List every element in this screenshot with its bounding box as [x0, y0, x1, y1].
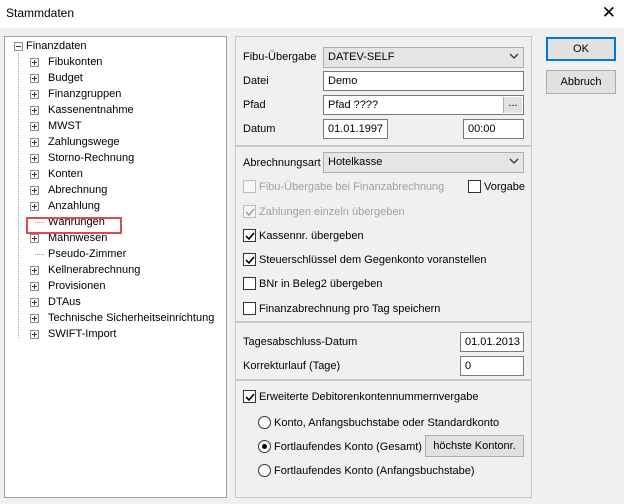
vorgabe-label: Vorgabe [484, 181, 525, 193]
erweiterte-debitoren-label: Erweiterte Debitorenkontennummernvergabe [259, 391, 479, 403]
datum-input[interactable]: 01.01.1997 [323, 119, 388, 139]
expand-icon[interactable] [30, 138, 39, 147]
tree-root-label: Finanzdaten [26, 40, 87, 52]
fibu-finanzabrechnung-label: Fibu-Übergabe bei Finanzabrechnung [259, 181, 445, 193]
fibu-label: Fibu-Übergabe [243, 51, 317, 63]
kassennr-checkbox[interactable] [243, 229, 256, 242]
tree-leaf-connector [35, 254, 44, 255]
expand-icon[interactable] [30, 186, 39, 195]
radio-fortlaufend-gesamt[interactable] [258, 440, 271, 453]
tree-item-label: Abrechnung [48, 184, 108, 196]
tree-view[interactable]: Finanzdaten Fibukonten Budget Finanzgruppe… [4, 36, 227, 498]
tree-item-label: SWIFT-Import [48, 328, 117, 340]
tree-item-label: MWST [48, 120, 82, 132]
expand-icon[interactable] [30, 74, 39, 83]
expand-icon[interactable] [30, 90, 39, 99]
kassennr-label: Kassennr. übergeben [259, 230, 364, 242]
tree-connector [18, 53, 19, 338]
radio-fortlaufend-gesamt-label: Fortlaufendes Konto (Gesamt) [274, 441, 422, 453]
erweiterte-debitoren-checkbox[interactable] [243, 390, 256, 403]
abrechnungsart-value: Hotelkasse [328, 156, 383, 168]
check-icon [245, 208, 255, 217]
expand-icon[interactable] [30, 106, 39, 115]
tagesabschluss-label: Tagesabschluss-Datum [243, 336, 358, 348]
radio-fortlaufend-anfangsbuchstabe[interactable] [258, 464, 271, 477]
radio-konto-anfangsbuchstabe-label: Konto, Anfangsbuchstabe oder Standardkon… [274, 417, 500, 429]
pfad-input[interactable]: Pfad ???? ... [323, 95, 524, 115]
tree-item-label: Zahlungswege [48, 136, 120, 148]
tree-item-label: Pseudo-Zimmer [48, 248, 127, 260]
tree-item-label: Kassenentnahme [48, 104, 134, 116]
expand-icon[interactable] [30, 122, 39, 131]
tree-item-label: Finanzgruppen [48, 88, 122, 100]
expand-icon[interactable] [30, 202, 39, 211]
tree-item-label: DTAus [48, 296, 81, 308]
cancel-button[interactable]: Abbruch [546, 70, 616, 94]
expand-icon[interactable] [30, 154, 39, 163]
vorgabe-checkbox[interactable] [468, 180, 481, 193]
close-icon[interactable]: ✕ [602, 3, 616, 23]
abrechnungsart-select[interactable]: Hotelkasse [323, 152, 524, 173]
pro-tag-label: Finanzabrechnung pro Tag speichern [259, 303, 441, 315]
highlight-rectangle [26, 217, 122, 234]
tree-item-label: Storno-Rechnung [48, 152, 135, 164]
expand-icon[interactable] [30, 170, 39, 179]
browse-button[interactable]: ... [503, 97, 522, 113]
steuerschluessel-checkbox[interactable] [243, 253, 256, 266]
datei-input[interactable]: Demo [323, 71, 524, 91]
expand-icon[interactable] [30, 58, 39, 67]
check-icon [245, 393, 255, 402]
zahlungen-einzeln-checkbox[interactable] [243, 205, 256, 218]
bnr-beleg2-label: BNr in Beleg2 übergeben [259, 278, 383, 290]
collapse-icon[interactable] [14, 42, 23, 51]
tree-item-label: Budget [48, 72, 83, 84]
hoechste-kontonr-button[interactable]: höchste Kontonr. [425, 435, 524, 457]
tagesabschluss-input[interactable]: 01.01.2013 [460, 332, 524, 352]
check-icon [245, 232, 255, 241]
datei-label: Datei [243, 75, 269, 87]
korrekturlauf-input[interactable]: 0 [460, 356, 524, 376]
window-title: Stammdaten [6, 6, 75, 20]
tree-item-label: Anzahlung [48, 200, 100, 212]
pro-tag-checkbox[interactable] [243, 302, 256, 315]
tree-item-label: Technische Sicherheitseinrichtung [48, 312, 215, 324]
expand-icon[interactable] [30, 282, 39, 291]
tree-item-label: Provisionen [48, 280, 106, 292]
steuerschluessel-label: Steuerschlüssel dem Gegenkonto voranstel… [259, 254, 487, 266]
datum-label: Datum [243, 123, 276, 135]
check-icon [245, 256, 255, 265]
tree-item-label: Kellnerabrechnung [48, 264, 141, 276]
bnr-beleg2-checkbox[interactable] [243, 277, 256, 290]
expand-icon[interactable] [30, 266, 39, 275]
expand-icon[interactable] [30, 314, 39, 323]
fibu-select[interactable]: DATEV-SELF [323, 47, 524, 68]
expand-icon[interactable] [30, 330, 39, 339]
tree-item-label: Fibukonten [48, 56, 103, 68]
title-bar: Stammdaten ✕ [0, 0, 624, 28]
ok-button[interactable]: OK [546, 37, 616, 61]
chevron-down-icon [509, 53, 519, 59]
abrechnungsart-label: Abrechnungsart [243, 157, 321, 169]
radio-konto-anfangsbuchstabe[interactable] [258, 416, 271, 429]
pfad-label: Pfad [243, 99, 266, 111]
expand-icon[interactable] [30, 234, 39, 243]
radio-fortlaufend-anfangsbuchstabe-label: Fortlaufendes Konto (Anfangsbuchstabe) [274, 465, 475, 477]
chevron-down-icon [509, 158, 519, 164]
korrekturlauf-label: Korrekturlauf (Tage) [243, 360, 341, 372]
fibu-select-value: DATEV-SELF [328, 51, 395, 63]
radio-selected-dot [262, 444, 267, 449]
expand-icon[interactable] [30, 298, 39, 307]
zahlungen-einzeln-label: Zahlungen einzeln übergeben [259, 206, 405, 218]
pfad-value: Pfad ???? [328, 99, 379, 111]
time-input[interactable]: 00:00 [463, 119, 524, 139]
fibu-finanzabrechnung-checkbox[interactable] [243, 180, 256, 193]
tree-item-label: Konten [48, 168, 83, 180]
